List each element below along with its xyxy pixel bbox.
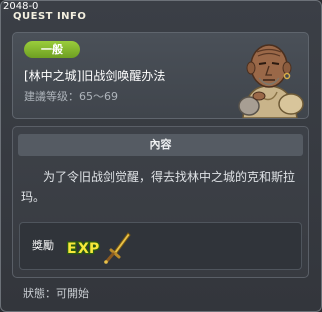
quest-header-panel: 一般 [林中之城]旧战剑唤醒办法 建議等级：65～69	[12, 32, 309, 119]
exp-icon[interactable]: E X P	[66, 231, 102, 261]
window-title: QUEST INFO	[13, 11, 87, 22]
svg-text:X: X	[78, 241, 89, 257]
svg-text:P: P	[89, 241, 99, 257]
quest-category-badge: 一般	[24, 41, 80, 58]
quest-name: [林中之城]旧战剑唤醒办法	[24, 69, 166, 83]
quest-description: 为了令旧战剑觉醒，得去找林中之城的克和斯拉玛。	[21, 170, 296, 204]
quest-level-requirement: 建議等级：65～69	[24, 90, 118, 103]
content-section-header: 內容	[18, 134, 303, 156]
reward-box: 獎勵 E X P	[19, 222, 302, 270]
quest-info-window: 2048-0 QUEST INFO 一般 [林中之城]旧战剑唤醒办法 建議等级：…	[0, 0, 322, 312]
npc-portrait-icon	[238, 44, 304, 118]
quest-content-panel: 內容 为了令旧战剑觉醒，得去找林中之城的克和斯拉玛。 獎勵 E X P	[12, 126, 309, 278]
quest-status: 狀態：可開始	[23, 287, 89, 300]
title-bar[interactable]: 2048-0 QUEST INFO	[1, 1, 321, 27]
sword-icon[interactable]	[102, 230, 132, 264]
svg-text:E: E	[67, 241, 77, 257]
reward-label: 獎勵	[32, 239, 54, 252]
